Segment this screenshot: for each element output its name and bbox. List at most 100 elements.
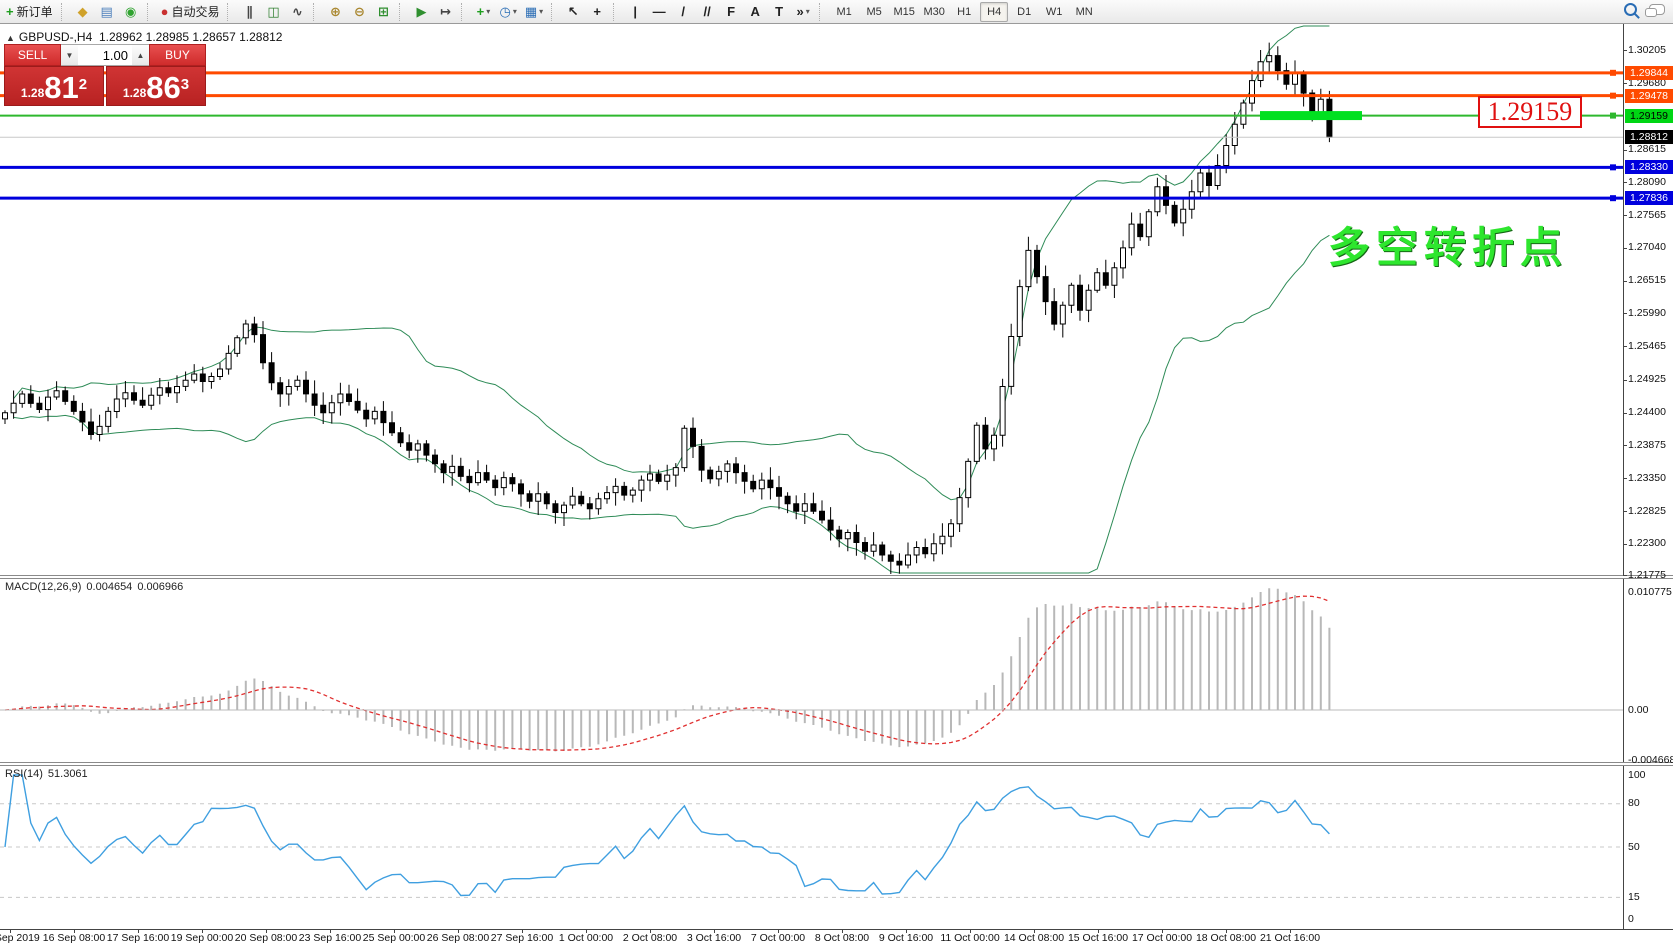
buy-button[interactable]: BUY [149,44,206,66]
macd-label: MACD(12,26,9)0.0046540.006966 [5,581,188,593]
turning-point-annotation[interactable]: 多空转折点 [1328,214,1568,275]
tick-mark [1623,50,1627,51]
macd-panel-separator[interactable] [0,575,1673,579]
sell-price-big: 81 [44,71,78,105]
time-axis-label: 2 Oct 08:00 [623,932,677,944]
buy-price-sup: 3 [181,76,189,93]
time-tick-mark [394,929,395,933]
sell-button[interactable]: SELL [4,44,61,66]
candle-wicks [5,43,1329,574]
price-axis-tick: 1.23350 [1628,472,1666,484]
price-axis-tick: 1.25465 [1628,340,1666,352]
tick-mark [1623,575,1627,576]
time-tick-mark [1290,929,1291,933]
price-axis-tick: 1.24400 [1628,406,1666,418]
rsi-label: RSI(14)51.3061 [5,768,93,780]
tick-mark [1623,150,1627,151]
price-axis-tick: 1.21775 [1628,569,1666,581]
volume-spinner: ▼ ▲ [61,44,149,66]
time-axis-label: 15 Oct 16:00 [1068,932,1128,944]
mt4-window: +新订单◆▤◉●自动交易∥◫∿⊕⊖⊞▶↦+▾◷▾▦▾↖+|—///FAT»▾ M… [0,0,1673,947]
time-axis-label: 17 Oct 00:00 [1132,932,1192,944]
collapse-icon[interactable]: ▲ [6,33,15,43]
macd-axis-tick: 0.010775 [1628,586,1672,598]
price-axis-tick: 1.22825 [1628,505,1666,517]
time-axis-label: 1 Oct 00:00 [559,932,613,944]
tick-mark [1623,313,1627,314]
volume-input[interactable] [78,45,132,65]
rsi-axis-tick: 0 [1628,913,1634,925]
tick-mark [1623,182,1627,183]
buy-price-box[interactable]: 1.28863 [106,66,206,106]
time-axis-label: 9 Oct 16:00 [879,932,933,944]
volume-increase-button[interactable]: ▲ [132,45,149,65]
time-axis-label: 11 Oct 00:00 [940,932,999,944]
tick-mark [1623,346,1627,347]
sell-price-box[interactable]: 1.28812 [4,66,104,106]
buy-price-big: 86 [146,71,180,105]
line-anchor [1610,113,1616,119]
tick-mark [1623,83,1627,84]
price-axis-tick: 1.23875 [1628,439,1666,451]
volume-decrease-button[interactable]: ▼ [61,45,78,65]
price-axis-tick: 1.30205 [1628,44,1666,56]
tick-mark [1623,215,1627,216]
time-axis-label: 8 Oct 08:00 [815,932,869,944]
rsi-panel-separator[interactable] [0,762,1673,766]
time-tick-mark [330,929,331,933]
time-tick-mark [1226,929,1227,933]
bear-candles [28,56,1332,565]
line-anchor [1610,164,1616,170]
time-axis-label: 7 Oct 00:00 [751,932,805,944]
time-tick-mark [1034,929,1035,933]
price-axis-badge: 1.28330 [1625,160,1673,174]
price-axis-tick: 1.27040 [1628,241,1666,253]
time-axis-label: 3 Oct 16:00 [687,932,741,944]
ohlc-values: 1.28962 1.28985 1.28657 1.28812 [99,30,283,44]
time-tick-mark [650,929,651,933]
time-tick-mark [266,929,267,933]
line-anchor [1610,195,1616,201]
tick-mark [1623,544,1627,545]
sell-price-sup: 2 [79,76,87,93]
chart-canvas[interactable] [0,0,1673,947]
time-axis-label: 18 Oct 08:00 [1196,932,1256,944]
rsi-line [5,775,1329,896]
time-tick-mark [842,929,843,933]
tick-mark [1623,511,1627,512]
time-axis-label: 25 Sep 00:00 [363,932,425,944]
time-axis-label: 13 Sep 2019 [0,932,40,944]
price-tag-label[interactable]: 1.29159 [1478,96,1582,128]
price-axis-tick: 1.28615 [1628,143,1666,155]
time-axis-label: 23 Sep 16:00 [299,932,361,944]
tick-mark [1623,380,1627,381]
price-axis-tick: 1.27565 [1628,209,1666,221]
symbol-label: GBPUSD-,H4 [19,30,92,44]
price-axis-tick: 1.28090 [1628,176,1666,188]
price-axis-tick: 1.22300 [1628,537,1666,549]
rsi-axis-tick: 15 [1628,891,1640,903]
time-tick-mark [778,929,779,933]
price-axis-tick: 1.25990 [1628,307,1666,319]
price-axis-badge: 1.29159 [1625,109,1673,123]
time-axis-label: 20 Sep 08:00 [235,932,297,944]
rsi-axis-tick: 50 [1628,841,1640,853]
price-axis-badge: 1.29844 [1625,66,1673,80]
time-tick-mark [586,929,587,933]
macd-axis-tick: -0.004668 [1628,754,1673,766]
time-axis-label: 21 Oct 16:00 [1260,932,1320,944]
time-tick-mark [1098,929,1099,933]
one-click-trading-panel: SELL ▼ ▲ BUY 1.28812 1.28863 [4,44,206,106]
time-axis-label: 27 Sep 16:00 [491,932,553,944]
macd-histogram [5,588,1329,751]
time-axis-label: 17 Sep 16:00 [107,932,169,944]
thick-trend-segment [1260,111,1362,120]
macd-axis-tick: 0.00 [1628,704,1648,716]
tick-mark [1623,478,1627,479]
time-tick-mark [74,929,75,933]
tick-mark [1623,281,1627,282]
time-axis-label: 16 Sep 08:00 [43,932,105,944]
time-axis-label: 19 Sep 00:00 [171,932,233,944]
chart-header: ▲ GBPUSD-,H4 1.28962 1.28985 1.28657 1.28… [6,30,282,44]
time-tick-mark [522,929,523,933]
